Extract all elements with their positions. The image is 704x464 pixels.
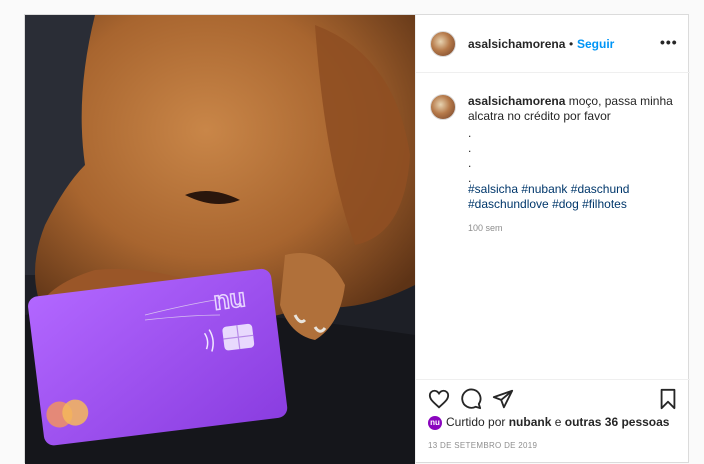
hashtag-link[interactable]: #dog [552,197,579,211]
hashtag-link[interactable]: #salsicha [468,182,518,196]
heart-icon[interactable] [428,388,450,410]
caption: asalsichamorena moço, passa minha alcatr… [468,94,678,124]
bookmark-icon[interactable] [658,388,678,410]
liked-by-label: Curtido por [446,415,506,429]
post-side-panel: asalsichamorena • Seguir ••• asalsichamo… [415,15,690,463]
separator-dot: • [569,37,574,51]
follow-button[interactable]: Seguir [577,37,614,51]
author-avatar[interactable] [430,31,456,57]
hashtag-link[interactable]: #daschundlove [468,197,549,211]
liked-others-link[interactable]: outras 36 pessoas [565,415,670,429]
author-username[interactable]: asalsichamorena [468,37,565,51]
svg-text:nu: nu [212,282,247,316]
post-date[interactable]: 13 DE SETEMBRO DE 2019 [428,441,537,450]
hashtag-link[interactable]: #nubank [521,182,567,196]
liked-by-user[interactable]: nubank [509,415,552,429]
nubank-avatar[interactable]: nu [428,415,442,430]
post-header: asalsichamorena • Seguir ••• [416,15,690,73]
send-icon[interactable] [492,388,514,410]
comment-icon[interactable] [460,388,482,410]
hashtags: #salsicha #nubank #daschund #daschundlov… [468,182,668,212]
caption-dot: . [468,141,472,155]
dog-photo-illustration: nu [25,15,415,464]
hashtag-link[interactable]: #daschund [571,182,630,196]
caption-timestamp[interactable]: 100 sem [468,223,503,233]
caption-username[interactable]: asalsichamorena [468,94,565,108]
likes-summary: nu Curtido por nubank e outras 36 pessoas [428,415,669,430]
instagram-post: nu asalsichamorena • Seguir ••• asalsich… [24,14,690,464]
post-photo[interactable]: nu [25,15,415,464]
caption-author-avatar[interactable] [430,94,456,120]
liked-connector: e [554,415,562,429]
caption-dot: . [468,126,472,140]
caption-dot: . [468,156,472,170]
post-actions: nu Curtido por nubank e outras 36 pessoas… [416,379,690,463]
more-options-button[interactable]: ••• [660,34,678,50]
hashtag-link[interactable]: #filhotes [582,197,627,211]
